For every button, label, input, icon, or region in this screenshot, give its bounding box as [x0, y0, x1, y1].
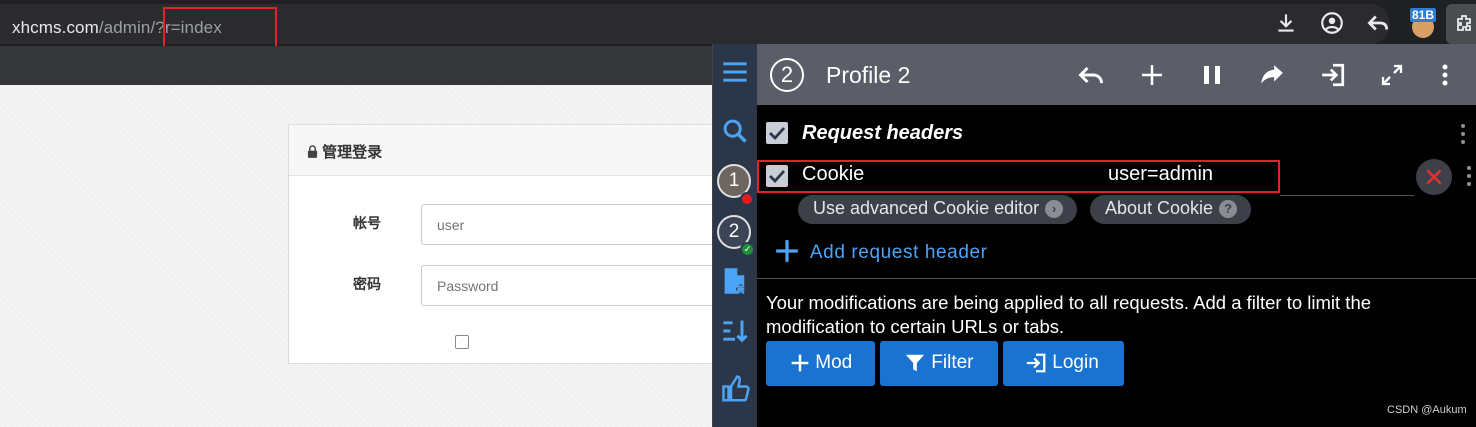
import-icon[interactable] [1320, 62, 1346, 88]
add-request-header-button[interactable]: Add request header [774, 238, 988, 268]
header-value-input[interactable]: user=admin [1108, 163, 1213, 186]
delete-header-button[interactable] [1416, 159, 1452, 195]
chip-advanced-label: Use advanced Cookie editor [813, 198, 1040, 218]
close-icon [1426, 169, 1442, 185]
about-cookie-chip[interactable]: About Cookie? [1090, 195, 1252, 224]
filter-button-label: Filter [931, 352, 974, 373]
profile-2-number: 2 [728, 221, 740, 242]
add-mod-button[interactable]: Mod [766, 341, 875, 386]
add-icon [776, 240, 798, 262]
chip-about-label: About Cookie [1105, 198, 1214, 218]
menu-icon[interactable] [721, 60, 749, 84]
help-icon: ? [1219, 200, 1238, 218]
profile-icon[interactable] [1319, 10, 1345, 36]
thumbs-up-icon[interactable] [721, 374, 751, 404]
header-enabled-checkbox[interactable] [766, 165, 788, 187]
login-panel-header: 管理登录 [289, 125, 727, 176]
search-icon[interactable] [721, 117, 749, 145]
profile-1-number: 1 [728, 170, 740, 191]
header-value-underline [1280, 195, 1414, 196]
add-icon [791, 354, 809, 372]
password-input[interactable] [421, 265, 721, 306]
page-toolbar-strip [0, 46, 712, 85]
modheader-sidebar: 1 2 ✓ [712, 44, 757, 427]
login-icon [1026, 353, 1046, 373]
checkmark-icon [769, 170, 786, 184]
remember-checkbox[interactable] [455, 335, 469, 349]
profile-2-active-dot: ✓ [740, 242, 755, 257]
fullscreen-icon[interactable] [1380, 63, 1404, 87]
more-vert-icon[interactable] [1441, 63, 1449, 87]
login-button[interactable]: Login [1003, 341, 1124, 386]
info-text: Your modifications are being applied to … [766, 292, 1372, 337]
pause-icon[interactable] [1200, 63, 1224, 87]
login-panel: 管理登录 帐号 密码 [288, 124, 728, 364]
add-icon[interactable] [1140, 63, 1164, 87]
lock-icon [307, 145, 318, 158]
password-label: 密码 [353, 276, 381, 292]
section-title: Request headers [802, 122, 964, 144]
request-headers-checkbox[interactable] [766, 122, 788, 144]
login-button-label: Login [1052, 352, 1099, 373]
add-request-header-label: Add request header [809, 242, 988, 263]
divider [757, 278, 1476, 279]
chevron-right-icon: › [1045, 200, 1064, 218]
add-filter-button[interactable]: Filter [880, 341, 998, 386]
checkmark-icon [769, 127, 786, 141]
add-profile-icon[interactable] [721, 266, 749, 296]
share-icon[interactable] [1259, 63, 1285, 87]
profile-1-paused-dot [740, 192, 754, 206]
username-label: 帐号 [353, 215, 381, 231]
header-more-icon[interactable] [1465, 165, 1473, 187]
filter-icon [905, 354, 925, 372]
profile-name[interactable]: Profile 2 [826, 62, 910, 89]
sort-icon[interactable] [721, 318, 749, 344]
extension-badge: 81B [1410, 8, 1437, 22]
watermark: CSDN @Aukum [1387, 404, 1467, 416]
undo-icon[interactable] [1077, 62, 1105, 88]
profile-number-badge[interactable]: 2 [770, 58, 804, 92]
extensions-button[interactable] [1446, 4, 1476, 44]
advanced-cookie-editor-chip[interactable]: Use advanced Cookie editor › [798, 195, 1078, 224]
puzzle-icon [1457, 15, 1471, 31]
header-row: Cookie user=admin [757, 159, 1476, 200]
header-name-input[interactable]: Cookie [802, 163, 864, 186]
modheader-body: Request headers Cookie user=admin Use ad… [757, 105, 1476, 427]
share-back-icon[interactable] [1365, 10, 1391, 36]
extension-avatar[interactable]: 81B [1410, 8, 1438, 38]
mod-button-label: Mod [815, 352, 853, 373]
profile-number: 2 [780, 62, 794, 87]
download-icon[interactable] [1273, 10, 1299, 36]
section-more-icon[interactable] [1459, 123, 1467, 145]
login-title: 管理登录 [322, 144, 383, 161]
modheader-header: 2 Profile 2 [757, 44, 1476, 105]
url-host: xhcms.com [12, 18, 99, 37]
username-input[interactable] [421, 204, 721, 245]
